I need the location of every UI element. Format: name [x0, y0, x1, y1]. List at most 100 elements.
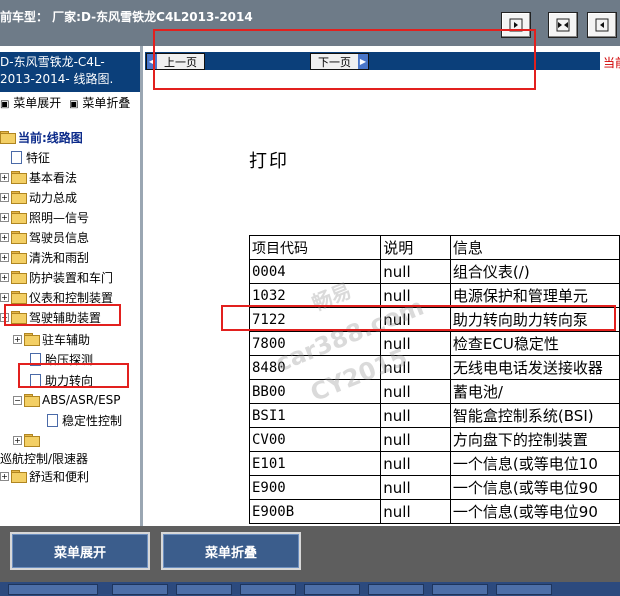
expand-icon[interactable]: + [0, 232, 9, 242]
expand-icon[interactable]: + [0, 471, 9, 481]
tree-item[interactable]: + 动力总成 [0, 188, 77, 206]
table-cell: 7122 [248, 307, 382, 332]
tree-item-label: 特征 [26, 150, 51, 165]
tree-item[interactable]: − ABS/ASR/ESP [13, 391, 121, 409]
document-icon [30, 352, 41, 366]
expand-icon[interactable]: + [13, 435, 22, 445]
table-row: CV00 null 方向盘下的控制装置 [248, 427, 620, 452]
table-cell: 8480 [248, 355, 382, 380]
table-cell: 无线电电话发送接收器 [449, 355, 620, 380]
sidebar-header-line1: D-东风雪铁龙-C4L- [0, 55, 105, 69]
expand-menu-button[interactable]: 菜单展开 [10, 532, 150, 570]
tree-item[interactable]: + 照明—信号 [0, 208, 89, 226]
taskbar-button[interactable] [112, 584, 168, 595]
tree-item[interactable]: 巡航控制/限速器 [0, 449, 88, 467]
expand-icon[interactable]: + [0, 292, 9, 302]
tree-item[interactable]: + 防护装置和车门 [0, 268, 113, 286]
expand-icon[interactable]: + [0, 272, 9, 282]
tree-item[interactable]: + 清洗和雨刮 [0, 248, 89, 266]
table-cell: CV00 [248, 427, 382, 452]
tree-item-label: 驾驶辅助装置 [29, 310, 102, 325]
tree-item[interactable]: 胎压探测 [30, 350, 93, 368]
tree-item-label: 清洗和雨刮 [29, 250, 90, 265]
collapse-icon[interactable]: − [13, 395, 22, 405]
taskbar-button[interactable] [240, 584, 296, 595]
collapse-icon[interactable]: − [0, 312, 9, 322]
taskbar-button[interactable] [176, 584, 232, 595]
tree-item[interactable]: 特征 [11, 148, 50, 166]
list-icon: ▣ [0, 99, 10, 110]
tree-item[interactable]: + [13, 431, 42, 449]
prev-page-button[interactable]: ◀ 上一页 [146, 53, 205, 70]
taskbar-button[interactable] [8, 584, 98, 595]
table-row: BB00 null 蓄电池/ [248, 379, 620, 404]
tree-item[interactable]: 稳定性控制 [47, 411, 122, 429]
codes-table: 项目代码 说明 信息 0004 null 组合仪表(/) 1032 null 电源保护和… [248, 235, 620, 524]
table-cell: 助力转向助力转向泵 [449, 307, 620, 332]
folder-icon [11, 171, 27, 184]
table-header-row: 项目代码 说明 信息 [248, 235, 620, 260]
taskbar-button[interactable] [432, 584, 488, 595]
table-row: BSI1 null 智能盒控制系统(BSI) [248, 403, 620, 428]
tree-current-label: 当前:线路图 [18, 130, 83, 145]
tree-item[interactable]: + 仪表和控制装置 [0, 288, 113, 306]
collapse-horizontal-button[interactable] [548, 12, 578, 38]
tree-item-label: 舒适和便利 [29, 469, 90, 484]
table-cell: 组合仪表(/) [449, 259, 620, 284]
table-cell: 检查ECU稳定性 [449, 331, 620, 356]
tree-item-label: 动力总成 [29, 190, 78, 205]
table-cell: null [380, 475, 451, 500]
folder-icon [11, 470, 27, 483]
taskbar-button[interactable] [304, 584, 360, 595]
current-page-label: 当前为 [603, 56, 620, 70]
document-icon [11, 150, 22, 164]
folder-open-icon [24, 394, 40, 407]
table-cell: null [380, 331, 451, 356]
table-row: 8480 null 无线电电话发送接收器 [248, 355, 620, 380]
tree-item[interactable]: + 驻车辅助 [13, 330, 90, 348]
tree-item-label: 胎压探测 [45, 352, 94, 367]
table-cell: null [380, 451, 451, 476]
tree-item-label: 照明—信号 [29, 210, 90, 225]
arrow-right-icon: ▶ [358, 54, 368, 69]
collapse-menu-button[interactable]: 菜单折叠 [161, 532, 301, 570]
taskbar-button[interactable] [368, 584, 424, 595]
align-left-button[interactable] [587, 12, 617, 38]
table-cell: 电源保护和管理单元 [449, 283, 620, 308]
table-cell: E900B [248, 499, 382, 524]
tree-item-driver-assist[interactable]: − 驾驶辅助装置 [0, 308, 101, 326]
tree-item-label: 稳定性控制 [62, 413, 123, 428]
sidebar-expand-link[interactable]: 菜单展开 [13, 94, 61, 111]
expand-icon[interactable]: + [0, 212, 9, 222]
sidebar-collapse-link[interactable]: 菜单折叠 [82, 94, 130, 111]
expand-icon[interactable]: + [0, 192, 9, 202]
table-row: 7800 null 检查ECU稳定性 [248, 331, 620, 356]
table-cell: BB00 [248, 379, 382, 404]
tree-item[interactable]: + 基本看法 [0, 168, 77, 186]
table-cell: BSI1 [248, 403, 382, 428]
align-left-icon [595, 18, 609, 32]
folder-icon [24, 333, 40, 346]
tree-item-power-steering[interactable]: 助力转向 [30, 371, 93, 389]
taskbar-button[interactable] [496, 584, 552, 595]
folder-icon [11, 271, 27, 284]
tree-item-label: ABS/ASR/ESP [42, 393, 121, 407]
align-right-icon [509, 18, 523, 32]
tree-item[interactable]: + 舒适和便利 [0, 467, 89, 485]
expand-icon[interactable]: + [13, 334, 22, 344]
tree-current-node[interactable]: 当前:线路图 [0, 128, 83, 146]
align-right-button[interactable] [501, 12, 531, 38]
tree-item-label: 驾驶员信息 [29, 230, 90, 245]
expand-icon[interactable]: + [0, 252, 9, 262]
expand-icon[interactable]: + [0, 172, 9, 182]
table-row: 7122 null 助力转向助力转向泵 [248, 307, 620, 332]
folder-open-icon [0, 131, 16, 144]
sidebar-header-line2: 2013-2014- 线路图. [0, 72, 114, 86]
page-nav-bar: ◀ 上一页 下一页 ▶ 当前为 [143, 46, 620, 76]
table-cell: null [380, 283, 451, 308]
table-cell: E101 [248, 451, 382, 476]
title-bar: 前车型： 厂家:D-东风雪铁龙C4L2013-2014 [0, 0, 620, 46]
tree-item[interactable]: + 驾驶员信息 [0, 228, 89, 246]
table-row: 1032 null 电源保护和管理单元 [248, 283, 620, 308]
next-page-button[interactable]: 下一页 ▶ [310, 53, 369, 70]
